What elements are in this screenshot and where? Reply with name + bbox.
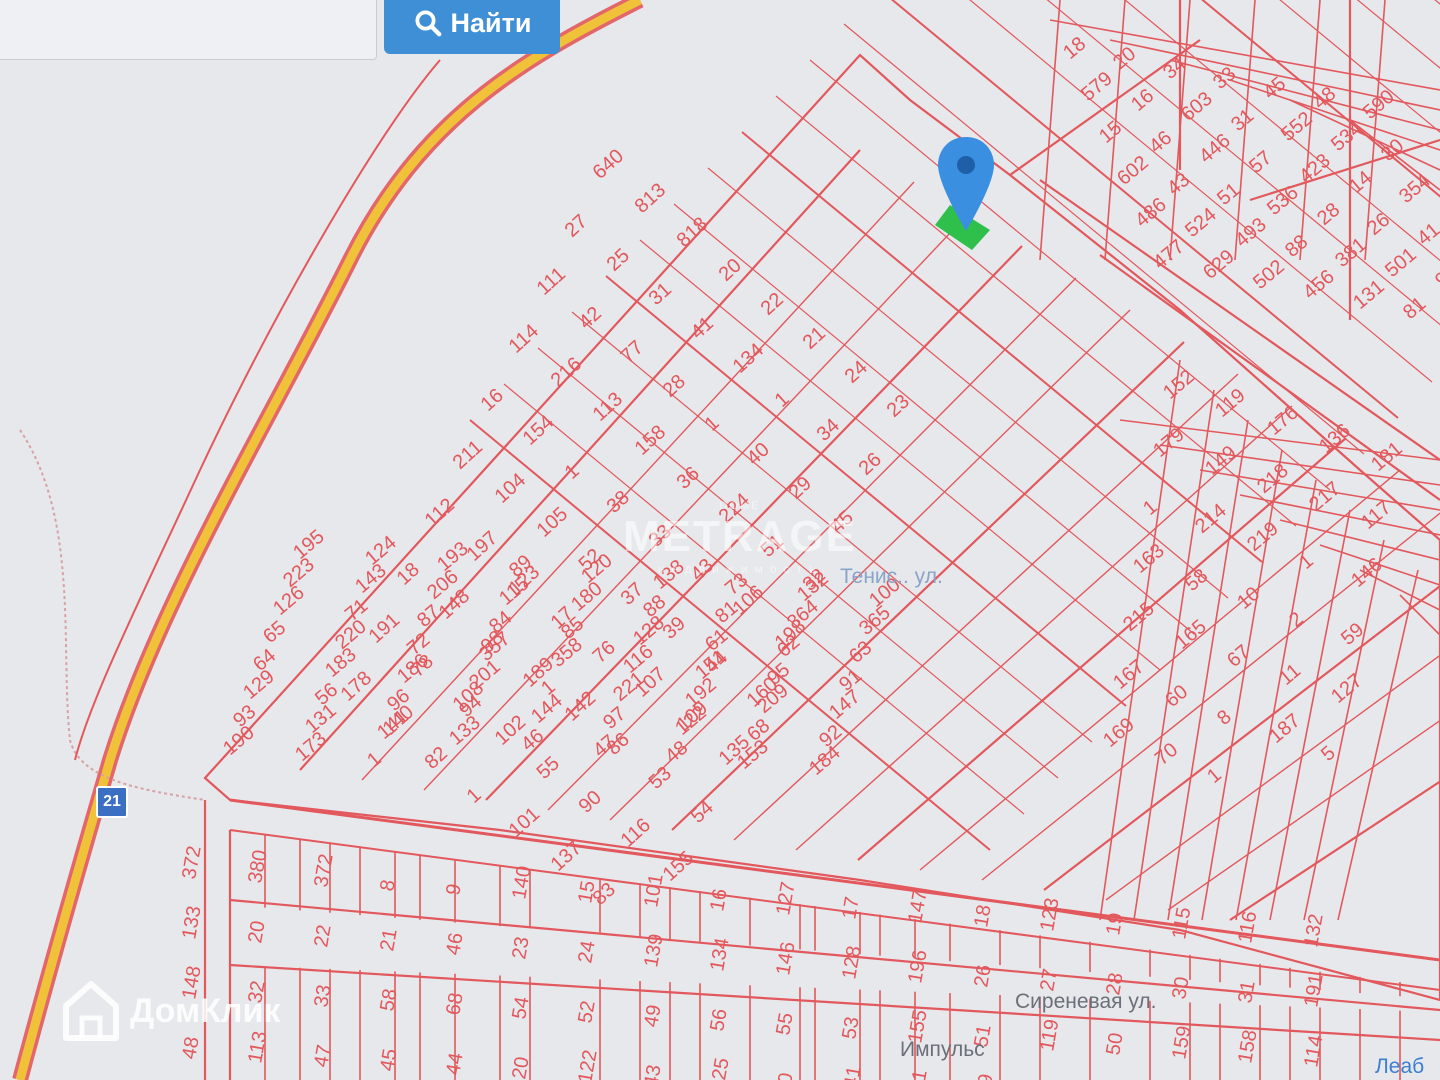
parcel-number: 52 — [574, 999, 600, 1025]
logo-text: ДомКлик — [130, 991, 281, 1030]
search-input[interactable] — [0, 0, 377, 60]
parcel-number: 15 — [574, 879, 600, 905]
parcel-number: 58 — [376, 987, 402, 1013]
domclick-logo: ДомКлик — [62, 980, 280, 1042]
parcel-number: 54 — [508, 995, 534, 1021]
parcel-number: 44 — [442, 1051, 468, 1077]
house-logo-icon — [63, 981, 119, 1041]
parcel-number: 47 — [310, 1043, 336, 1069]
parcel-number: 31 — [1234, 979, 1260, 1005]
parcel-number: 56 — [706, 1007, 732, 1033]
parcel-number: 68 — [442, 991, 468, 1017]
parcel-number: 20 — [244, 919, 270, 945]
cadastral-map[interactable]: 18 20 34 33 45 48 590579 16 603 31 552 534 3015 46 446… — [0, 0, 1440, 1080]
parcel-number: 26 — [970, 963, 996, 989]
road-sign: 21 — [96, 786, 128, 818]
parcel-number: 17 — [838, 895, 864, 921]
parcel-number: 21 — [376, 927, 402, 953]
search-icon — [415, 10, 441, 37]
map-viewport[interactable]: 18 20 34 33 45 48 590 579 16 603 31 552 534 30 15 46 446… — [0, 0, 1440, 1080]
parcel-number: 23 — [508, 935, 534, 961]
street-label-corner: Леаб — [1375, 1055, 1425, 1078]
parcel-number: 18 — [970, 903, 996, 929]
street-label-middle: Тенис.. ул. — [840, 565, 943, 588]
parcel-number: 22 — [310, 923, 336, 949]
parcel-number: 46 — [442, 931, 468, 957]
search-button[interactable]: Найти — [384, 0, 560, 54]
search-button-label: Найти — [450, 7, 532, 38]
parcel-number: 49 — [640, 1003, 666, 1029]
parcel-number: 19 — [1102, 911, 1128, 937]
parcel-number: 122 — [574, 1048, 601, 1080]
parcel-number: 55 — [772, 1011, 798, 1037]
parcel-number: 45 — [376, 1047, 402, 1073]
parcel-number: 53 — [838, 1015, 864, 1041]
street-label-bottom2: Импульс — [900, 1038, 985, 1061]
parcel-number: 30 — [1168, 975, 1194, 1001]
location-pin-icon[interactable] — [934, 135, 998, 235]
parcel-number: 16 — [706, 887, 732, 913]
parcel-number: 20 — [508, 1055, 534, 1080]
parcel-number: 33 — [310, 983, 336, 1009]
parcel-number: 24 — [574, 939, 600, 965]
street-label-bottom: Сиреневая ул. — [1015, 990, 1157, 1013]
parcel-number: 27 — [1036, 967, 1062, 993]
parcel-number: 50 — [1102, 1031, 1128, 1057]
